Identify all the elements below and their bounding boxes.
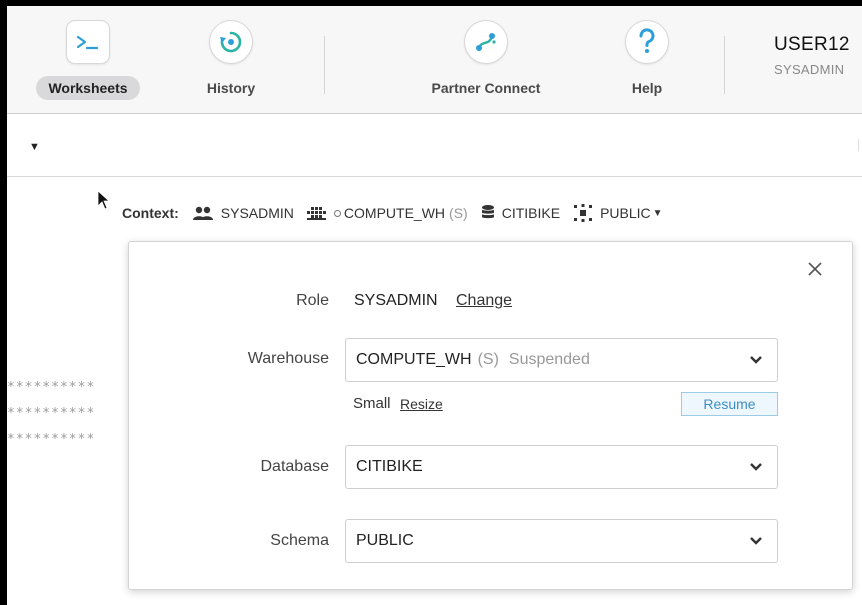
users-icon [192, 206, 213, 220]
user-menu[interactable]: USER12 SYSADMIN [774, 34, 850, 77]
history-button[interactable]: History [171, 20, 291, 100]
database-label: Database [260, 458, 330, 475]
warehouse-status-dot-icon [333, 209, 341, 217]
toolbar-divider [724, 36, 725, 94]
editor-line: ********** [7, 432, 96, 447]
context-warehouse-size: (S) [449, 205, 468, 221]
context-database-text: CITIBIKE [501, 205, 561, 221]
warehouse-grid-icon [306, 207, 326, 220]
partner-connect-icon [464, 20, 508, 64]
worksheets-button[interactable]: Worksheets [28, 20, 148, 100]
schema-select-value: PUBLIC [356, 532, 414, 549]
warehouse-size-text: Small [353, 395, 391, 412]
user-role: SYSADMIN [774, 62, 845, 77]
role-label: Role [296, 292, 329, 309]
user-name: USER12 [774, 34, 850, 55]
window-edge-left [0, 0, 7, 605]
toolbar-divider [324, 36, 325, 94]
context-popup: Role SYSADMIN Change Warehouse COMPUTE_W… [128, 241, 853, 590]
terminal-icon [66, 20, 110, 64]
database-select[interactable]: CITIBIKE [345, 445, 778, 489]
editor-line: ********** [7, 406, 96, 421]
tab-dropdown-caret-icon[interactable]: ▼ [29, 141, 40, 153]
warehouse-select[interactable]: COMPUTE_WH (S) Suspended [345, 338, 778, 382]
context-role[interactable]: SYSADMIN [191, 205, 294, 221]
schema-label: Schema [270, 532, 329, 549]
context-bar[interactable]: Context: SYSADMIN COMPUTE_WH (S) CITIBIK… [122, 204, 675, 222]
context-warehouse-text: COMPUTE_WH [343, 205, 446, 221]
schema-icon [574, 204, 593, 222]
chevron-down-icon [750, 463, 762, 471]
warehouse-select-value: COMPUTE_WH [356, 351, 472, 368]
chevron-down-icon [750, 356, 762, 364]
context-database[interactable]: CITIBIKE [480, 204, 560, 222]
partner-connect-button[interactable]: Partner Connect [411, 20, 561, 100]
warehouse-select-status: Suspended [508, 351, 590, 368]
tab-bar-edge [858, 139, 862, 151]
context-label: Context: [122, 205, 179, 221]
database-icon [481, 205, 494, 219]
context-dropdown-caret-icon[interactable]: ▼ [653, 208, 663, 219]
help-button[interactable]: Help [587, 20, 707, 100]
warehouse-select-size: (S) [477, 351, 499, 368]
top-toolbar: Worksheets History Partner Connect Help … [7, 6, 862, 114]
role-value: SYSADMIN [354, 292, 438, 309]
history-label: History [206, 80, 256, 96]
partner-connect-label: Partner Connect [431, 80, 541, 96]
mouse-cursor-icon [97, 190, 111, 215]
context-role-text: SYSADMIN [220, 205, 294, 221]
change-role-link[interactable]: Change [456, 292, 512, 310]
context-schema-text: PUBLIC [600, 205, 651, 221]
worksheets-label: Worksheets [36, 76, 140, 100]
app-window: Worksheets History Partner Connect Help … [0, 0, 862, 605]
close-icon[interactable] [808, 262, 822, 281]
worksheet-tab-bar: ▼ [7, 115, 862, 177]
chevron-down-icon [750, 537, 762, 545]
warehouse-label: Warehouse [247, 350, 329, 367]
history-icon [209, 20, 253, 64]
help-label: Help [631, 80, 663, 96]
context-warehouse[interactable]: COMPUTE_WH (S) [306, 205, 468, 221]
editor-line: ********** [7, 380, 96, 395]
resume-button[interactable]: Resume [681, 392, 778, 416]
schema-select[interactable]: PUBLIC [345, 519, 778, 563]
context-schema[interactable]: PUBLIC ▼ [572, 204, 663, 222]
help-icon [625, 20, 669, 64]
database-select-value: CITIBIKE [356, 458, 423, 475]
resize-link[interactable]: Resize [400, 396, 443, 412]
